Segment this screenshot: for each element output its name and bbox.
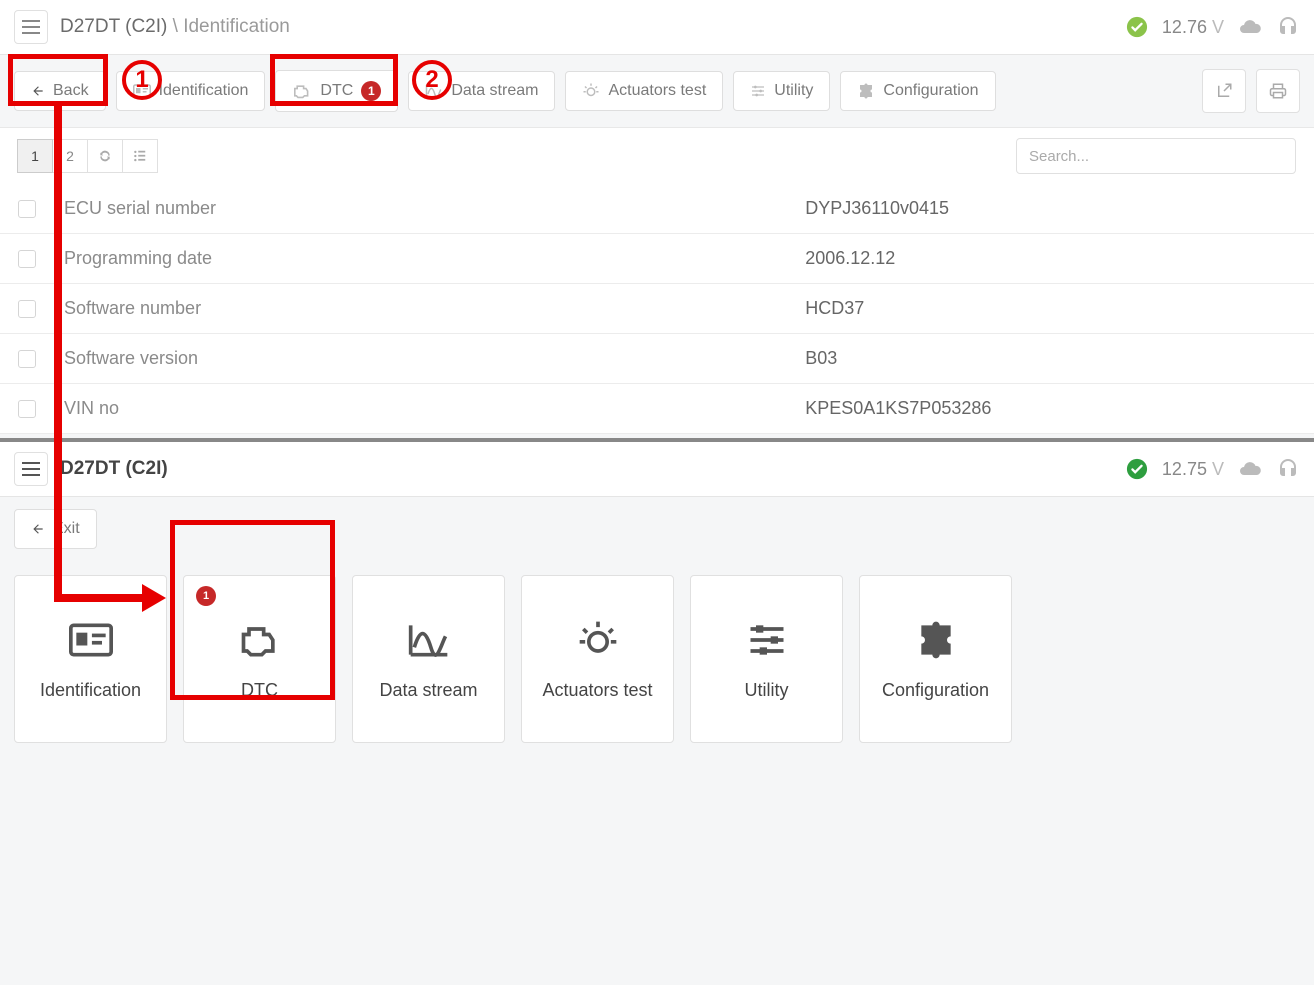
row-checkbox[interactable]	[18, 400, 36, 418]
list-icon	[133, 149, 147, 163]
tile-label: DTC	[241, 680, 278, 701]
print-icon	[1269, 82, 1287, 100]
sliders-icon	[750, 83, 766, 99]
headset-icon[interactable]	[1276, 15, 1300, 39]
arrow-left-icon	[31, 522, 45, 536]
print-button[interactable]	[1256, 69, 1300, 113]
menu-button[interactable]	[14, 452, 48, 486]
tab-configuration[interactable]: Configuration	[840, 71, 995, 111]
tile-row: Identification 1 DTC Data stream Actuato…	[0, 561, 1314, 757]
row-value: DYPJ36110v0415	[805, 198, 949, 219]
row-checkbox[interactable]	[18, 350, 36, 368]
refresh-icon	[98, 149, 112, 163]
voltage-readout: 12.75 V	[1162, 459, 1224, 480]
row-label: ECU serial number	[64, 198, 805, 219]
table-row: Programming date 2006.12.12	[0, 234, 1314, 284]
upper-tabbar: Back Identification DTC 1 Data stream Ac…	[0, 55, 1314, 128]
tile-label: Configuration	[882, 680, 989, 701]
tile-configuration[interactable]: Configuration	[859, 575, 1012, 743]
dtc-badge: 1	[196, 586, 216, 606]
row-label: Software version	[64, 348, 805, 369]
tile-label: Data stream	[379, 680, 477, 701]
breadcrumb: D27DT (C2I)	[60, 458, 168, 480]
tab-datastream[interactable]: Data stream	[408, 71, 555, 111]
arrow-left-icon	[31, 84, 45, 98]
row-checkbox[interactable]	[18, 300, 36, 318]
table-row: VIN no KPES0A1KS7P053286	[0, 384, 1314, 434]
cloud-icon[interactable]	[1238, 15, 1262, 39]
row-value: B03	[805, 348, 837, 369]
menu-button[interactable]	[14, 10, 48, 44]
tile-actuators[interactable]: Actuators test	[521, 575, 674, 743]
list-button[interactable]	[122, 139, 158, 173]
voltage-readout: 12.76 V	[1162, 17, 1224, 38]
paging-bar: 1 2	[0, 128, 1314, 184]
dtc-badge: 1	[361, 81, 381, 101]
row-label: VIN no	[64, 398, 805, 419]
breadcrumb: D27DT (C2I) \ Identification	[60, 16, 290, 38]
id-icon	[133, 84, 151, 98]
tile-dtc[interactable]: 1 DTC	[183, 575, 336, 743]
tab-actuators[interactable]: Actuators test	[565, 71, 723, 111]
row-checkbox[interactable]	[18, 200, 36, 218]
row-value: 2006.12.12	[805, 248, 895, 269]
back-button[interactable]: Back	[14, 71, 106, 111]
upper-topbar: D27DT (C2I) \ Identification 12.76 V	[0, 0, 1314, 55]
puzzle-icon	[914, 618, 958, 662]
wave-icon	[407, 618, 451, 662]
export-icon	[1215, 82, 1233, 100]
table-row: ECU serial number DYPJ36110v0415	[0, 184, 1314, 234]
row-value: HCD37	[805, 298, 864, 319]
tile-datastream[interactable]: Data stream	[352, 575, 505, 743]
tile-label: Utility	[745, 680, 789, 701]
refresh-button[interactable]	[87, 139, 123, 173]
tab-dtc[interactable]: DTC 1	[275, 70, 398, 112]
table-row: Software version B03	[0, 334, 1314, 384]
tile-identification[interactable]: Identification	[14, 575, 167, 743]
row-label: Software number	[64, 298, 805, 319]
row-value: KPES0A1KS7P053286	[805, 398, 991, 419]
page-1[interactable]: 1	[17, 139, 53, 173]
id-icon	[69, 618, 113, 662]
engine-icon	[292, 83, 312, 99]
sliders-icon	[745, 618, 789, 662]
identification-table: ECU serial number DYPJ36110v0415 Program…	[0, 184, 1314, 434]
page-2[interactable]: 2	[52, 139, 88, 173]
tile-label: Identification	[40, 680, 141, 701]
status-ok-icon	[1126, 458, 1148, 480]
table-row: Software number HCD37	[0, 284, 1314, 334]
tile-label: Actuators test	[542, 680, 652, 701]
headset-icon[interactable]	[1276, 457, 1300, 481]
bulb-icon	[576, 618, 620, 662]
engine-icon	[238, 618, 282, 662]
hamburger-icon	[22, 20, 40, 34]
status-ok-icon	[1126, 16, 1148, 38]
row-checkbox[interactable]	[18, 250, 36, 268]
tab-utility[interactable]: Utility	[733, 71, 830, 111]
puzzle-icon	[857, 82, 875, 100]
bulb-icon	[582, 82, 600, 100]
lower-topbar: D27DT (C2I) 12.75 V	[0, 442, 1314, 497]
row-label: Programming date	[64, 248, 805, 269]
cloud-icon[interactable]	[1238, 457, 1262, 481]
breadcrumb-main: D27DT (C2I)	[60, 16, 167, 37]
wave-icon	[425, 83, 443, 99]
breadcrumb-sub: Identification	[183, 16, 290, 37]
hamburger-icon	[22, 462, 40, 476]
search-box	[1016, 138, 1296, 174]
breadcrumb-main: D27DT (C2I)	[60, 458, 168, 479]
tile-utility[interactable]: Utility	[690, 575, 843, 743]
export-button[interactable]	[1202, 69, 1246, 113]
search-input[interactable]	[1016, 138, 1296, 174]
exit-button[interactable]: Exit	[14, 509, 97, 549]
tab-identification[interactable]: Identification	[116, 71, 266, 111]
